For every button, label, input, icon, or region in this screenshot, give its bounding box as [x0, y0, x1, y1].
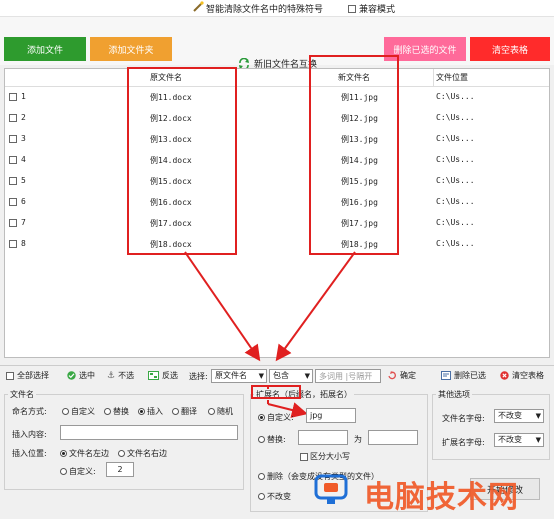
ext-case-value: 不改变 [498, 435, 522, 444]
ext-option-custom[interactable]: 自定义: [258, 412, 294, 423]
case-sensitive-label: 区分大小写 [310, 452, 350, 461]
naming-option-label: 插入 [147, 407, 163, 416]
naming-option-label: 翻译 [181, 407, 197, 416]
select-all-checkbox[interactable]: 全部选择 [6, 370, 49, 381]
filename-panel-title: 文件名 [8, 389, 36, 400]
filename-case-label: 文件名字母: [442, 414, 485, 423]
pos-option-right[interactable]: 文件名右边 [118, 448, 167, 459]
clear-table-small-button[interactable]: 清空表格 [500, 370, 544, 381]
refresh-icon [388, 371, 396, 380]
watermark: 电脑技术网 [308, 470, 554, 515]
confirm-label: 确定 [400, 371, 416, 380]
ext-option-unchanged[interactable]: 不改变 [258, 491, 291, 502]
insert-content-label: 插入内容: [12, 430, 47, 439]
filename-case-dropdown[interactable]: 不改变 ▼ [494, 409, 544, 423]
radio[interactable] [138, 408, 145, 415]
insert-position-label: 插入位置: [12, 449, 47, 458]
ext-case-label: 扩展名字母: [442, 438, 485, 447]
selection-bar: 全部选择 选中 ⚓ 不选 反选 选择: 原文件名 ▼ 包含 ▼ 多词用 |号隔开… [0, 365, 554, 386]
pos-custom-input[interactable]: 2 [106, 462, 134, 477]
ext-custom-label: 自定义: [267, 413, 294, 422]
check-circle-icon [67, 371, 76, 380]
ext-case-dropdown[interactable]: 不改变 ▼ [494, 433, 544, 447]
ext-option-replace[interactable]: 替换: [258, 434, 286, 445]
radio[interactable] [258, 436, 265, 443]
naming-option-label: 随机 [217, 407, 233, 416]
ext-replace-for-label: 为 [354, 435, 362, 444]
radio[interactable] [208, 408, 215, 415]
radio[interactable] [104, 408, 111, 415]
chevron-down-icon: ▼ [535, 436, 541, 444]
case-sensitive-box[interactable] [300, 452, 308, 461]
confirm-button[interactable]: 确定 [387, 370, 416, 381]
choose-dropdown-value: 原文件名 [215, 371, 247, 380]
chevron-down-icon: ▼ [258, 372, 264, 380]
filter-input[interactable]: 多词用 |号隔开 [315, 369, 381, 383]
naming-option-random[interactable]: 随机 [208, 406, 233, 417]
other-options-panel [432, 394, 550, 460]
naming-method-label: 命名方式: [12, 407, 47, 416]
watermark-logo-icon [314, 474, 348, 504]
select-all-label: 全部选择 [17, 371, 49, 380]
chevron-down-icon: ▼ [304, 372, 310, 380]
radio[interactable] [60, 468, 67, 475]
other-options-title: 其他选项 [436, 389, 472, 400]
invert-label: 反选 [162, 371, 178, 380]
deselect-label: 不选 [118, 371, 135, 380]
case-sensitive-checkbox[interactable]: 区分大小写 [300, 451, 350, 462]
filename-case-value: 不改变 [498, 411, 522, 420]
radio[interactable] [60, 450, 67, 457]
radio[interactable] [258, 473, 265, 480]
delete-selected-button[interactable]: 删除已选 [441, 370, 486, 381]
arrow-new-to-contains [275, 251, 356, 362]
naming-option-label: 替换 [113, 407, 129, 416]
contains-dropdown[interactable]: 包含 ▼ [269, 369, 313, 383]
naming-option-replace[interactable]: 替换 [104, 406, 129, 417]
watermark-text: 电脑技术网 [364, 480, 519, 515]
ext-replace-label: 替换: [267, 435, 286, 444]
radio[interactable] [118, 450, 125, 457]
pos-option-custom[interactable]: 自定义: [60, 466, 96, 477]
select-label: 选中 [79, 371, 95, 380]
naming-option-custom[interactable]: 自定义 [62, 406, 95, 417]
naming-option-label: 自定义 [71, 407, 95, 416]
select-all-box[interactable] [6, 371, 14, 380]
naming-option-translate[interactable]: 翻译 [172, 406, 197, 417]
select-button[interactable]: 选中 [67, 370, 95, 381]
radio[interactable] [258, 414, 265, 421]
naming-option-insert[interactable]: 插入 [138, 406, 163, 417]
highlight-ext-title [251, 385, 301, 399]
anchor-icon: ⚓ [107, 370, 116, 381]
choose-dropdown[interactable]: 原文件名 ▼ [211, 369, 267, 383]
invert-icon [148, 371, 159, 380]
clear-table-label: 清空表格 [512, 371, 544, 380]
choose-label: 选择: [189, 372, 208, 381]
arrow-original-to-select [184, 251, 261, 362]
deselect-button[interactable]: ⚓ 不选 [107, 370, 134, 381]
pos-option-left[interactable]: 文件名左边 [60, 448, 109, 459]
close-circle-icon [500, 371, 509, 380]
contains-dropdown-value: 包含 [273, 371, 289, 380]
ext-custom-input[interactable]: jpg [306, 408, 356, 423]
ext-replace-to-input[interactable] [368, 430, 418, 445]
ext-unchanged-label: 不改变 [267, 492, 291, 501]
insert-content-input[interactable] [60, 425, 238, 440]
radio[interactable] [258, 493, 265, 500]
delete-file-icon [441, 371, 451, 380]
pos-custom-label: 自定义: [69, 467, 96, 476]
invert-button[interactable]: 反选 [148, 370, 178, 381]
radio[interactable] [172, 408, 179, 415]
pos-option-label: 文件名右边 [127, 449, 167, 458]
ext-replace-from-input[interactable] [298, 430, 348, 445]
delete-selected-label: 删除已选 [454, 371, 486, 380]
chevron-down-icon: ▼ [535, 412, 541, 420]
radio[interactable] [62, 408, 69, 415]
pos-option-label: 文件名左边 [69, 449, 109, 458]
